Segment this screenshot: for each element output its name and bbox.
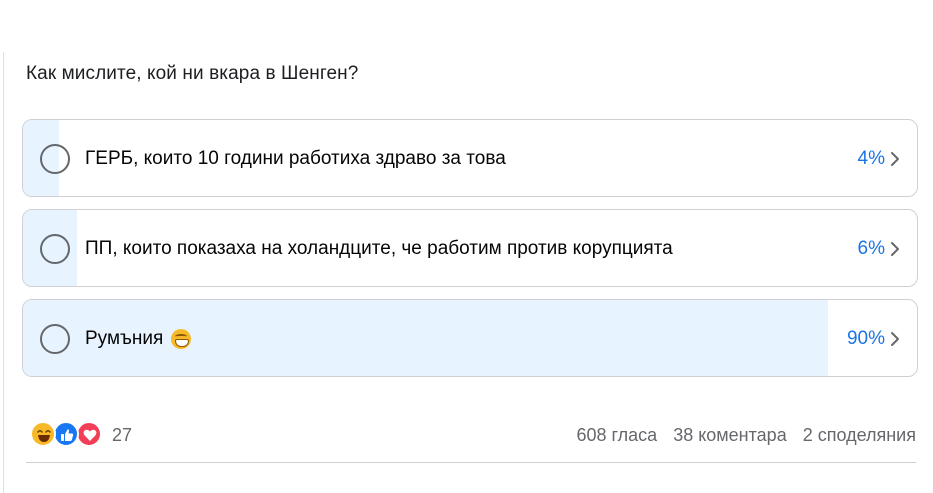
poll-option-2-label: ПП, които показаха на холандците, че раб… [85, 238, 673, 259]
radio-button[interactable] [40, 144, 70, 174]
poll-question: Как мислите, кой ни вкара в Шенген? [26, 63, 359, 84]
chevron-right-icon[interactable] [889, 151, 901, 167]
shares-count[interactable]: 2 споделяния [803, 425, 916, 446]
poll-option-2[interactable]: ПП, които показаха на холандците, че раб… [22, 209, 918, 287]
post-footer: 27 608 гласа 38 коментара 2 споделяния [30, 418, 916, 452]
reactions-summary[interactable] [30, 421, 105, 447]
chevron-right-icon[interactable] [889, 331, 901, 347]
like-reaction-icon [53, 421, 79, 447]
poll-option-1[interactable]: ГЕРБ, които 10 години работиха здраво за… [22, 119, 918, 197]
poll-option-1-percent[interactable]: 4% [858, 120, 885, 196]
reaction-count[interactable]: 27 [112, 425, 132, 446]
poll-option-3-label: Румъния [85, 328, 164, 349]
radio-button[interactable] [40, 234, 70, 264]
votes-count[interactable]: 608 гласа [576, 425, 657, 446]
radio-button[interactable] [40, 324, 70, 354]
comments-count[interactable]: 38 коментара [673, 425, 787, 446]
poll-option-1-label: ГЕРБ, които 10 години работиха здраво за… [85, 148, 506, 169]
poll-option-3[interactable]: Румъния 90% [22, 299, 918, 377]
poll-option-2-percent[interactable]: 6% [858, 210, 885, 286]
post-stats: 608 гласа 38 коментара 2 споделяния [576, 425, 916, 446]
poll-post: Как мислите, кой ни вкара в Шенген? ГЕРБ… [0, 0, 933, 493]
poll-option-3-percent[interactable]: 90% [847, 300, 885, 376]
footer-divider [26, 462, 916, 463]
love-reaction-icon [76, 421, 102, 447]
haha-reaction-icon [30, 421, 56, 447]
chevron-right-icon[interactable] [889, 241, 901, 257]
grinning-face-emoji-icon [171, 329, 192, 349]
left-divider [3, 52, 4, 493]
